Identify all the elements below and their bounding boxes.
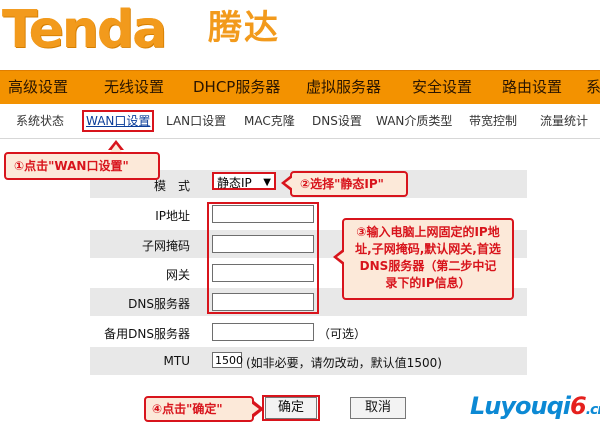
mtu-input[interactable]: 1500 (212, 352, 243, 368)
watermark-part2: 6 (570, 392, 587, 420)
callout-step1-arrow-inner (110, 144, 122, 152)
sub-nav-status[interactable]: 系统状态 (16, 112, 64, 130)
mode-select-value: 静态IP (217, 176, 252, 190)
watermark-part3: .cn (585, 402, 600, 418)
callout-step1: ①点击"WAN口设置" (4, 152, 160, 180)
subnet-label: 子网掩码 (141, 239, 190, 253)
callout-step3: ③输入电脑上网固定的IP地 址,子网掩码,默认网关,首选 DNS服务器（第二步中… (342, 218, 514, 300)
callout-step4-text: ④点击"确定" (152, 402, 223, 416)
sub-nav-dns[interactable]: DNS设置 (312, 112, 362, 130)
callout-step3-line4: 录下的IP信息） (385, 276, 471, 290)
tenda-logo: Tenda (2, 0, 167, 60)
dns-label: DNS服务器 (128, 297, 190, 311)
mode-select[interactable]: 静态IP ▼ (212, 172, 276, 190)
tenda-logo-cn: 腾达 (208, 8, 280, 48)
callout-step2-text: ②选择"静态IP" (300, 177, 384, 191)
header: Tenda 腾达 (0, 0, 600, 70)
ok-button[interactable]: 确定 (265, 397, 317, 419)
sub-nav-lan[interactable]: LAN口设置 (166, 112, 226, 130)
chevron-down-icon: ▼ (263, 177, 271, 188)
alt-dns-input[interactable] (212, 323, 314, 341)
main-nav-system[interactable]: 系 (586, 71, 600, 104)
alt-dns-label: 备用DNS服务器 (104, 327, 190, 341)
main-nav-routing[interactable]: 路由设置 (502, 71, 562, 104)
main-nav-security[interactable]: 安全设置 (412, 71, 472, 104)
mtu-label: MTU (163, 354, 190, 368)
watermark-part1: Luyouqi (470, 392, 571, 420)
alt-dns-hint: （可选） (318, 327, 367, 341)
callout-step4: ④点击"确定" (144, 396, 254, 422)
callout-step2: ②选择"静态IP" (290, 171, 408, 197)
main-nav-virtual-server[interactable]: 虚拟服务器 (306, 71, 381, 104)
mtu-hint: (如非必要，请勿改动，默认值1500) (246, 356, 442, 370)
sub-nav-wan[interactable]: WAN口设置 (82, 110, 155, 132)
cancel-button[interactable]: 取消 (350, 397, 406, 419)
sub-nav-mac-clone[interactable]: MAC克隆 (244, 112, 295, 130)
callout-step3-line3: DNS服务器（第二步中记 (359, 259, 497, 273)
callout-step3-line1: ③输入电脑上网固定的IP地 (356, 225, 500, 239)
callout-step3-arrow-inner (337, 251, 345, 263)
main-nav-advanced[interactable]: 高级设置 (8, 71, 68, 104)
main-nav-dhcp[interactable]: DHCP服务器 (193, 71, 280, 104)
sub-nav-traffic[interactable]: 流量统计 (540, 112, 588, 130)
callout-step2-arrow-inner (285, 177, 293, 189)
sub-nav-wan-media[interactable]: WAN介质类型 (376, 112, 452, 130)
gateway-label: 网关 (165, 268, 190, 282)
mtu-row: MTU 1500 (如非必要，请勿改动，默认值1500) (90, 347, 527, 375)
callout-step3-line2: 址,子网掩码,默认网关,首选 (355, 242, 501, 256)
ip-label: IP地址 (155, 209, 190, 223)
main-nav: 高级设置 无线设置 DHCP服务器 虚拟服务器 安全设置 路由设置 系 (0, 70, 600, 104)
callout-step1-text: ①点击"WAN口设置" (14, 159, 129, 173)
sub-nav: 系统状态 WAN口设置 LAN口设置 MAC克隆 DNS设置 WAN介质类型 带… (0, 104, 600, 139)
inputs-highlight-box (207, 202, 319, 314)
watermark: Luyouqi6.cn (470, 392, 600, 420)
alt-dns-row: 备用DNS服务器 （可选） (90, 318, 527, 346)
sub-nav-bandwidth[interactable]: 带宽控制 (469, 112, 517, 130)
main-nav-wireless[interactable]: 无线设置 (104, 71, 164, 104)
callout-step4-arrow-inner (251, 403, 259, 415)
